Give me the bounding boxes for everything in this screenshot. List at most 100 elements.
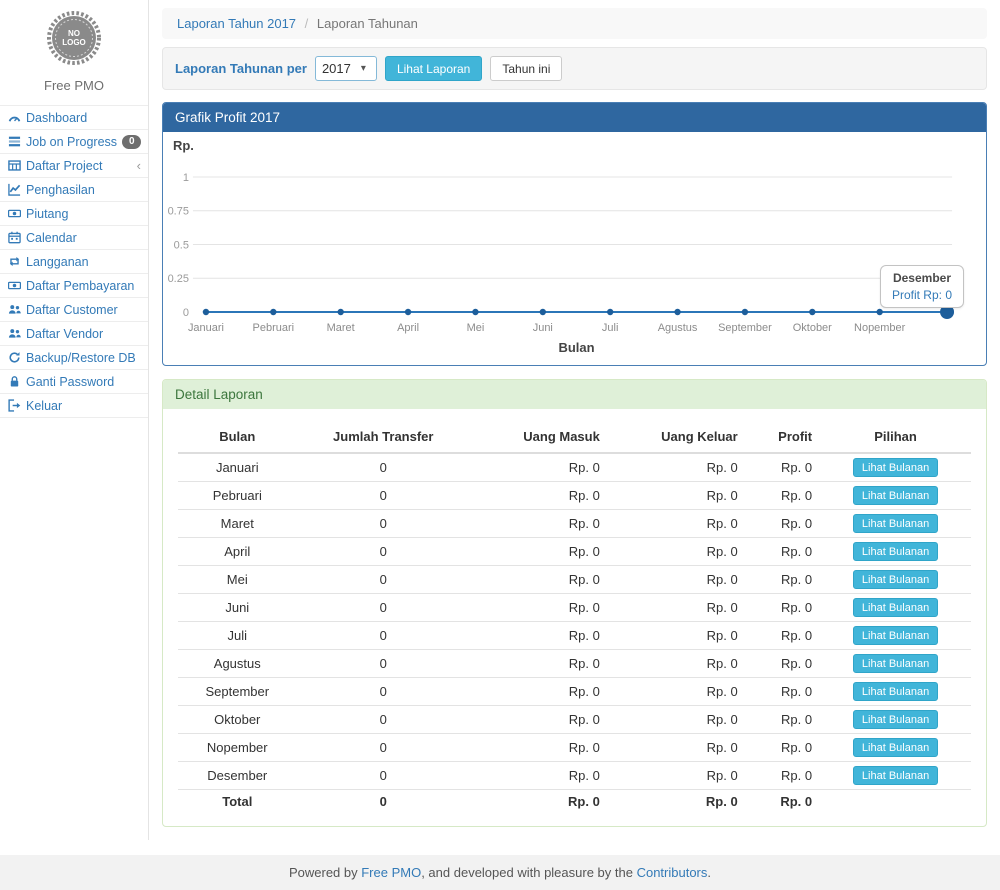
column-header: Profit	[746, 423, 820, 453]
breadcrumb-current: Laporan Tahunan	[317, 16, 418, 31]
sidebar-item-daftar-project[interactable]: Daftar Project‹	[0, 153, 148, 177]
table-cell: Rp. 0	[608, 510, 746, 538]
table-cell: Rp. 0	[746, 762, 820, 790]
svg-text:0.75: 0.75	[168, 206, 189, 218]
sidebar-item-daftar-vendor[interactable]: Daftar Vendor	[0, 321, 148, 345]
brand[interactable]: NO LOGO Free PMO	[0, 0, 148, 105]
sidebar-item-calendar[interactable]: Calendar	[0, 225, 148, 249]
sidebar-item-ganti-password[interactable]: Ganti Password	[0, 369, 148, 393]
table-action-cell: Lihat Bulanan	[820, 538, 971, 566]
profit-chart[interactable]: Rp.00.250.50.751JanuariPebruariMaretApri…	[163, 132, 986, 365]
sidebar-item-label: Daftar Pembayaran	[26, 279, 134, 293]
table-cell: Juli	[178, 622, 297, 650]
table-cell: Rp. 0	[746, 622, 820, 650]
table-cell: 0	[297, 453, 470, 482]
gauge-icon	[7, 111, 21, 124]
table-cell: Rp. 0	[746, 510, 820, 538]
table-cell: Rp. 0	[608, 762, 746, 790]
svg-text:Rp.: Rp.	[173, 138, 194, 153]
lihat-bulanan-button[interactable]: Lihat Bulanan	[853, 766, 938, 785]
table-cell: Rp. 0	[608, 453, 746, 482]
table-cell: Rp. 0	[470, 678, 608, 706]
footer-contributors-link[interactable]: Contributors	[637, 865, 708, 880]
table-cell: Rp. 0	[608, 482, 746, 510]
table-row: September0Rp. 0Rp. 0Rp. 0Lihat Bulanan	[178, 678, 971, 706]
lihat-laporan-button[interactable]: Lihat Laporan	[385, 56, 482, 81]
footer-freepmo-link[interactable]: Free PMO	[361, 865, 421, 880]
report-toolbar: Laporan Tahunan per 2017 ▾ Lihat Laporan…	[162, 47, 987, 90]
toolbar-label: Laporan Tahunan per	[175, 61, 307, 76]
profit-line-chart[interactable]: Rp.00.250.50.751JanuariPebruariMaretApri…	[163, 132, 986, 365]
column-header: Pilihan	[820, 423, 971, 453]
sidebar-item-daftar-customer[interactable]: Daftar Customer	[0, 297, 148, 321]
table-cell: Maret	[178, 510, 297, 538]
table-cell: 0	[297, 790, 470, 814]
sidebar-item-langganan[interactable]: Langganan	[0, 249, 148, 273]
chevron-down-icon: ▾	[361, 63, 366, 74]
table-row: April0Rp. 0Rp. 0Rp. 0Lihat Bulanan	[178, 538, 971, 566]
breadcrumb-separator: /	[305, 16, 309, 31]
lihat-bulanan-button[interactable]: Lihat Bulanan	[853, 710, 938, 729]
lihat-bulanan-button[interactable]: Lihat Bulanan	[853, 570, 938, 589]
sidebar-item-piutang[interactable]: Piutang	[0, 201, 148, 225]
table-action-cell: Lihat Bulanan	[820, 510, 971, 538]
lihat-bulanan-button[interactable]: Lihat Bulanan	[853, 626, 938, 645]
table-cell: Rp. 0	[608, 594, 746, 622]
table-cell: 0	[297, 650, 470, 678]
table-action-cell: Lihat Bulanan	[820, 706, 971, 734]
svg-text:0.5: 0.5	[174, 239, 189, 251]
sidebar-item-dashboard[interactable]: Dashboard	[0, 105, 148, 129]
calendar-icon	[7, 231, 21, 244]
lihat-bulanan-button[interactable]: Lihat Bulanan	[853, 682, 938, 701]
table-row: Nopember0Rp. 0Rp. 0Rp. 0Lihat Bulanan	[178, 734, 971, 762]
table-action-cell: Lihat Bulanan	[820, 566, 971, 594]
breadcrumb-link[interactable]: Laporan Tahun 2017	[177, 16, 296, 31]
table-cell: 0	[297, 706, 470, 734]
lihat-bulanan-button[interactable]: Lihat Bulanan	[853, 598, 938, 617]
table-cell: Rp. 0	[470, 734, 608, 762]
table-cell: Rp. 0	[746, 734, 820, 762]
sidebar-item-daftar-pembayaran[interactable]: Daftar Pembayaran	[0, 273, 148, 297]
year-select[interactable]: 2017 ▾	[315, 56, 377, 81]
svg-text:Bulan: Bulan	[558, 340, 594, 355]
lihat-bulanan-button[interactable]: Lihat Bulanan	[853, 542, 938, 561]
sidebar-item-label: Penghasilan	[26, 183, 95, 197]
lihat-bulanan-button[interactable]: Lihat Bulanan	[853, 486, 938, 505]
table-cell: 0	[297, 538, 470, 566]
sidebar-item-backup-restore-db[interactable]: Backup/Restore DB	[0, 345, 148, 369]
profit-chart-panel: Grafik Profit 2017 Rp.00.250.50.751Janua…	[162, 102, 987, 366]
sidebar-item-job-on-progress[interactable]: Job on Progress0	[0, 129, 148, 153]
report-table-wrapper: BulanJumlah TransferUang MasukUang Kelua…	[163, 409, 986, 826]
svg-text:LOGO: LOGO	[62, 38, 86, 47]
report-table: BulanJumlah TransferUang MasukUang Kelua…	[178, 423, 971, 814]
table-cell: Rp. 0	[608, 650, 746, 678]
lihat-bulanan-button[interactable]: Lihat Bulanan	[853, 654, 938, 673]
lihat-bulanan-button[interactable]: Lihat Bulanan	[853, 514, 938, 533]
table-cell: Oktober	[178, 706, 297, 734]
year-select-value: 2017	[322, 61, 351, 76]
table-cell: Rp. 0	[470, 538, 608, 566]
tahun-ini-button[interactable]: Tahun ini	[490, 56, 562, 81]
table-action-cell	[820, 790, 971, 814]
table-cell: Rp. 0	[608, 678, 746, 706]
app-layout: NO LOGO Free PMO Dashboard Job on Progres…	[0, 0, 1000, 840]
table-cell: Rp. 0	[470, 790, 608, 814]
sign-out-icon	[7, 399, 21, 412]
table-cell: Rp. 0	[470, 762, 608, 790]
svg-text:Juni: Juni	[533, 322, 553, 334]
money-icon	[7, 207, 21, 220]
table-cell: 0	[297, 594, 470, 622]
svg-text:Agustus: Agustus	[658, 322, 698, 334]
table-cell: Rp. 0	[608, 566, 746, 594]
sidebar-item-keluar[interactable]: Keluar	[0, 393, 148, 417]
table-cell: September	[178, 678, 297, 706]
table-cell: Januari	[178, 453, 297, 482]
table-cell: Rp. 0	[608, 790, 746, 814]
lihat-bulanan-button[interactable]: Lihat Bulanan	[853, 458, 938, 477]
sidebar-item-penghasilan[interactable]: Penghasilan	[0, 177, 148, 201]
table-cell: 0	[297, 566, 470, 594]
lihat-bulanan-button[interactable]: Lihat Bulanan	[853, 738, 938, 757]
tasks-icon	[7, 135, 21, 148]
column-header: Uang Keluar	[608, 423, 746, 453]
sidebar-item-label: Dashboard	[26, 111, 87, 125]
